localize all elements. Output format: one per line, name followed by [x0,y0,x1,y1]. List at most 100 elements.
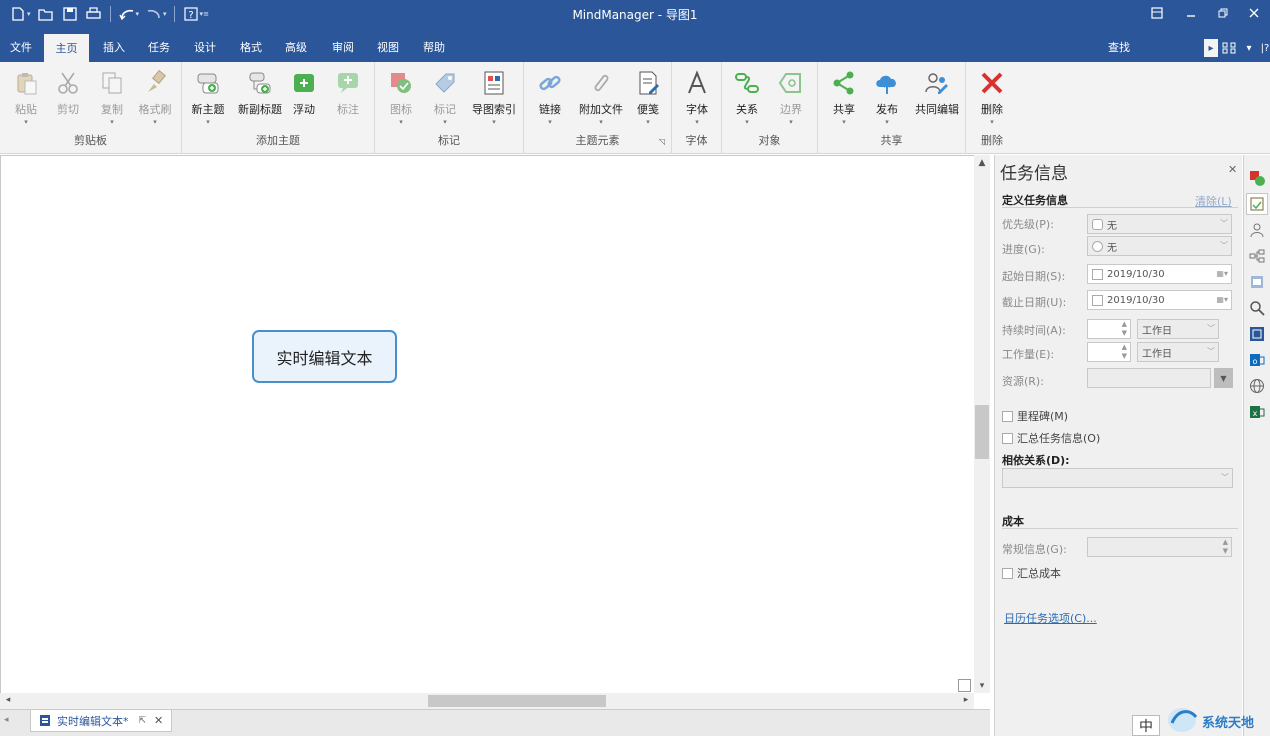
scroll-right-icon[interactable]: ▸ [958,695,974,705]
cut-button[interactable]: 剪切 [46,68,90,128]
task-info-pane-icon[interactable] [1246,193,1268,215]
resources-input[interactable] [1087,368,1211,388]
attachment-dropdown-icon[interactable]: ▾ [576,118,626,126]
duration-stepper[interactable]: ▲ ▼ [1087,319,1131,339]
due-date-field[interactable]: 2019/10/30 ▦▾ [1087,290,1232,310]
share-dropdown-icon[interactable]: ▾ [822,118,866,126]
share-button[interactable]: 共享 ▾ [822,68,866,128]
horizontal-scroll-thumb[interactable] [428,695,606,707]
tab-task[interactable]: 任务 [138,34,180,62]
tab-popout-icon[interactable]: ⇱ [139,716,147,726]
calendar-options-link[interactable]: 日历任务选项(C)... [1004,610,1097,626]
tab-format[interactable]: 格式 [230,34,272,62]
map-canvas[interactable]: 实时编辑文本 [0,155,974,693]
priority-select[interactable]: 无 ﹀ [1087,214,1232,234]
help-question-icon[interactable]: |? [1258,39,1270,57]
tab-close-icon[interactable]: ✕ [154,714,163,727]
ribbon-display-icon[interactable] [1139,0,1175,26]
tab-scroll-left-icon[interactable]: ◂ [4,715,9,725]
tab-file[interactable]: 文件 [0,34,42,62]
map-parts-pane-icon[interactable] [1246,245,1268,267]
start-date-calendar-icon[interactable]: ▦▾ [1216,269,1228,278]
icon-marker-button[interactable]: 图标 ▾ [379,68,423,128]
callout-button[interactable]: 标注 [326,68,370,128]
due-date-calendar-icon[interactable]: ▦▾ [1216,295,1228,304]
milestone-checkbox[interactable]: 里程碑(M) [1002,408,1068,424]
publish-button[interactable]: 发布 ▾ [865,68,909,128]
effort-unit-dropdown-icon[interactable]: ﹀ [1207,346,1215,357]
link-button[interactable]: 链接 ▾ [528,68,572,128]
minimize-icon[interactable] [1173,0,1209,26]
note-dropdown-icon[interactable]: ▾ [626,118,670,126]
effort-spin-icon[interactable]: ▲ ▼ [1122,343,1127,361]
vertical-scroll-thumb[interactable] [975,405,989,459]
pane-close-icon[interactable]: ✕ [1228,163,1237,176]
note-button[interactable]: 便笺 ▾ [626,68,670,128]
font-button[interactable]: 字体 ▾ [675,68,719,128]
browser-pane-icon[interactable] [1246,375,1268,397]
tab-advanced[interactable]: 高级 [275,34,317,62]
tab-insert[interactable]: 插入 [93,34,135,62]
tag-button[interactable]: 标记 ▾ [423,68,467,128]
general-info-spin-icon[interactable]: ▲ ▼ [1223,538,1228,556]
scroll-up-icon[interactable]: ▲ [974,158,990,168]
new-subtopic-button[interactable]: 新副标题 [235,68,285,128]
publish-dropdown-icon[interactable]: ▾ [865,118,909,126]
tab-help[interactable]: 帮助 [413,34,455,62]
link-dropdown-icon[interactable]: ▾ [528,118,572,126]
boundary-button[interactable]: 边界 ▾ [769,68,813,128]
start-date-field[interactable]: 2019/10/30 ▦▾ [1087,264,1232,284]
map-layout-icon[interactable] [1220,39,1240,57]
progress-dropdown-icon[interactable]: ﹀ [1220,240,1228,251]
delete-button[interactable]: 删除 ▾ [970,68,1014,128]
effort-stepper[interactable]: ▲ ▼ [1087,342,1131,362]
delete-dropdown-icon[interactable]: ▾ [970,118,1014,126]
format-painter-dropdown-icon[interactable]: ▾ [133,118,177,126]
rollup-cost-checkbox[interactable]: 汇总成本 [1002,565,1061,581]
icon-dropdown-icon[interactable]: ▾ [379,118,423,126]
font-dropdown-icon[interactable]: ▾ [675,118,719,126]
effort-unit-select[interactable]: 工作日 ﹀ [1137,342,1219,362]
duration-unit-select[interactable]: 工作日 ﹀ [1137,319,1219,339]
duration-unit-dropdown-icon[interactable]: ﹀ [1207,323,1215,334]
tab-review[interactable]: 审阅 [322,34,364,62]
contacts-pane-icon[interactable] [1246,219,1268,241]
markers-pane-icon[interactable] [1246,167,1268,189]
search-pane-icon[interactable] [1246,297,1268,319]
start-date-checkbox[interactable] [1092,268,1103,280]
general-info-stepper[interactable]: ▲ ▼ [1087,537,1232,557]
progress-select[interactable]: 无 ﹀ [1087,236,1232,256]
excel-pane-icon[interactable]: x [1246,401,1268,423]
duration-spin-icon[interactable]: ▲ ▼ [1122,320,1127,338]
co-edit-button[interactable]: 共同编辑 [912,68,962,128]
document-tab[interactable]: 实时编辑文本* ⇱ ✕ [30,710,172,732]
copy-dropdown-icon[interactable]: ▾ [90,118,134,126]
outlook-pane-icon[interactable]: o [1246,349,1268,371]
relationship-button[interactable]: 关系 ▾ [725,68,769,128]
due-date-checkbox[interactable] [1092,294,1103,306]
scroll-down-icon[interactable]: ▾ [974,681,990,691]
boundary-dropdown-icon[interactable]: ▾ [769,118,813,126]
dependencies-dropdown-icon[interactable]: ﹀ [1221,472,1229,483]
tab-view[interactable]: 视图 [367,34,409,62]
find-button[interactable]: 查找 [1108,34,1130,62]
mindmanager-pane-icon[interactable] [1246,323,1268,345]
copy-button[interactable]: 复制 ▾ [90,68,134,128]
close-window-icon[interactable] [1236,0,1270,26]
resources-dropdown-icon[interactable]: ▼ [1214,368,1233,388]
map-index-dropdown-icon[interactable]: ▾ [469,118,519,126]
floating-topic-button[interactable]: 浮动 [282,68,326,128]
rollup-task-checkbox[interactable]: 汇总任务信息(O) [1002,430,1100,446]
dialog-launcher-icon[interactable]: ◹ [659,137,665,146]
central-topic[interactable]: 实时编辑文本 [252,330,397,383]
ribbon-collapse-icon[interactable]: ▸ [1204,39,1218,57]
attachment-button[interactable]: 附加文件 ▾ [576,68,626,128]
new-topic-dropdown-icon[interactable]: ▾ [186,118,230,126]
layout-dropdown-icon[interactable]: ▾ [1242,39,1256,57]
tab-design[interactable]: 设计 [184,34,226,62]
new-topic-button[interactable]: 新主题 ▾ [186,68,230,128]
priority-dropdown-icon[interactable]: ﹀ [1220,218,1228,229]
dependencies-select[interactable]: ﹀ [1002,468,1233,488]
paste-dropdown-icon[interactable]: ▾ [4,118,48,126]
paste-button[interactable]: 粘贴 ▾ [4,68,48,128]
